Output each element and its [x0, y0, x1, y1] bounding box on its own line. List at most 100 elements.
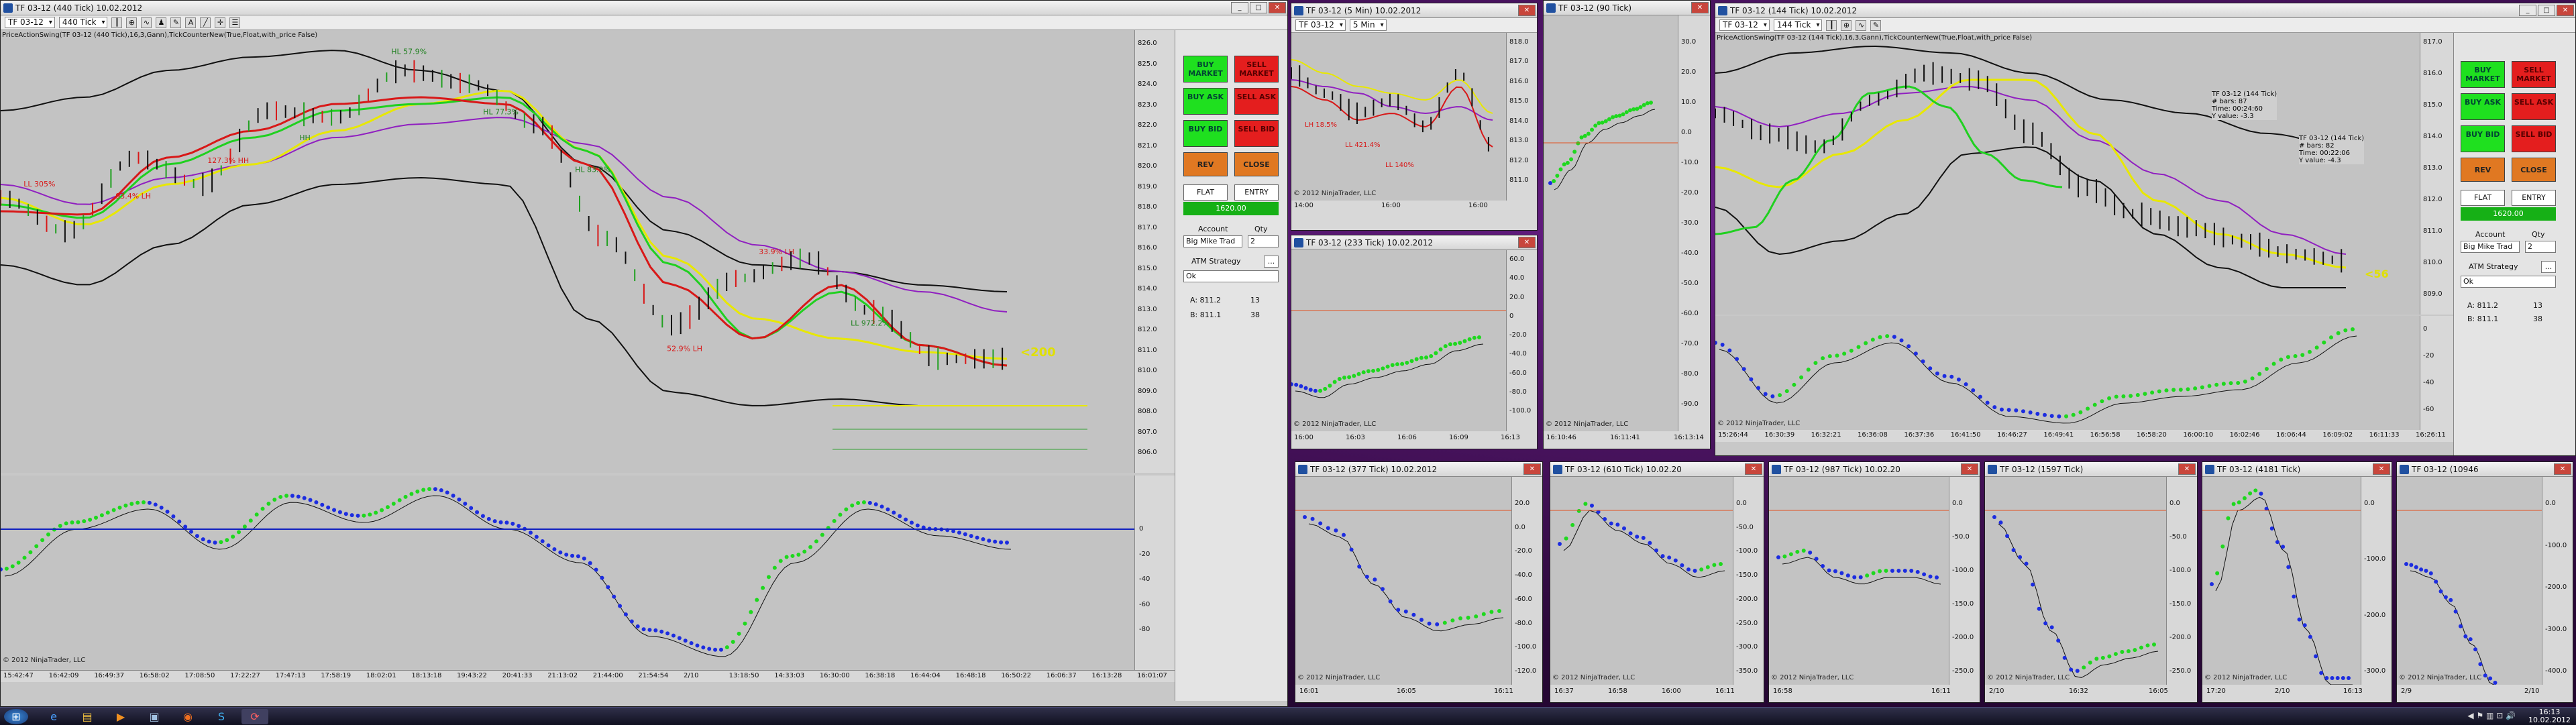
- chart-window-440-tick[interactable]: TF 03-12 (440 Tick) 10.02.2012 _ □ ✕ TF 03…: [0, 0, 1288, 707]
- sell-ask-button[interactable]: SELL ASK: [2512, 93, 2556, 120]
- file-explorer-icon[interactable]: ▤: [74, 709, 101, 724]
- buy-market-button[interactable]: BUY MARKET: [1183, 56, 1228, 82]
- small-chart-window[interactable]: TF 03-12 (4181 Tick) ✕ © 2012 NinjaTrader…: [2202, 461, 2392, 703]
- zoom-icon[interactable]: ⊕: [1841, 19, 1852, 31]
- properties-icon[interactable]: ☰: [229, 17, 241, 28]
- skype-icon[interactable]: S: [208, 709, 235, 724]
- rev-button[interactable]: REV: [1183, 152, 1228, 176]
- instrument-selector[interactable]: TF 03-12: [1719, 19, 1770, 31]
- close-position-button[interactable]: CLOSE: [2512, 158, 2556, 182]
- instrument-selector[interactable]: TF 03-12: [1295, 19, 1346, 31]
- window-titlebar[interactable]: TF 03-12 (5 Min) 10.02.2012 ✕: [1291, 3, 1537, 18]
- close-button[interactable]: ✕: [1269, 2, 1286, 13]
- start-button[interactable]: ⊞: [4, 709, 28, 724]
- window-titlebar[interactable]: TF 03-12 (1597 Tick) ✕: [1985, 462, 2197, 477]
- atm-strategy-selector[interactable]: Ok: [2461, 276, 2556, 288]
- window-titlebar[interactable]: TF 03-12 (610 Tick) 10.02.20 ✕: [1550, 462, 1764, 477]
- close-button[interactable]: ✕: [2178, 463, 2196, 475]
- buy-bid-button[interactable]: BUY BID: [2461, 125, 2505, 152]
- drawing-tool-icon[interactable]: ✎: [170, 17, 182, 28]
- buy-bid-button[interactable]: BUY BID: [1183, 120, 1228, 147]
- buy-market-button[interactable]: BUY MARKET: [2461, 61, 2505, 88]
- window-titlebar[interactable]: TF 03-12 (4181 Tick) ✕: [2202, 462, 2392, 477]
- oscillator-panel[interactable]: © 2012 NinjaTrader, LLC: [1, 476, 1134, 670]
- small-chart-window[interactable]: TF 03-12 (610 Tick) 10.02.20 ✕ © 2012 Nin…: [1550, 461, 1764, 703]
- maximize-button[interactable]: □: [2538, 5, 2555, 16]
- crosshair-icon[interactable]: ✛: [215, 17, 226, 28]
- line-tool-icon[interactable]: ╱: [200, 17, 211, 28]
- price-chart-panel[interactable]: PriceActionSwing(TF 03-12 (144 Tick),16,…: [1715, 33, 2420, 315]
- chart-window-90-tick[interactable]: TF 03-12 (90 Tick) ✕ © 2012 NinjaTrader,…: [1543, 0, 1711, 449]
- price-chart-panel[interactable]: LH 18.5% LL 421.4% LL 140% © 2012 NinjaTra…: [1291, 33, 1506, 201]
- sell-ask-button[interactable]: SELL ASK: [1234, 88, 1279, 115]
- chart-window-144-tick[interactable]: TF 03-12 (144 Tick) 10.02.2012 _ □ ✕ TF 03…: [1715, 3, 2576, 456]
- period-selector[interactable]: 5 Min: [1349, 19, 1387, 31]
- maximize-button[interactable]: □: [1250, 2, 1267, 13]
- atm-options-button[interactable]: ...: [1264, 256, 1279, 268]
- media-player-icon[interactable]: ▶: [107, 709, 134, 724]
- window-titlebar[interactable]: TF 03-12 (10946 ✕: [2397, 462, 2573, 477]
- drawing-tool-icon[interactable]: ✎: [1870, 19, 1882, 31]
- oscillator-panel[interactable]: © 2012 NinjaTrader, LLC: [2202, 477, 2361, 685]
- small-chart-window[interactable]: TF 03-12 (987 Tick) 10.02.20 ✕ © 2012 Nin…: [1768, 461, 1980, 703]
- close-button[interactable]: ✕: [1961, 463, 1978, 475]
- bar-type-icon[interactable]: ┃: [111, 17, 123, 28]
- oscillator-panel[interactable]: © 2012 NinjaTrader, LLC: [1769, 477, 1949, 685]
- sell-bid-button[interactable]: SELL BID: [2512, 125, 2556, 152]
- rev-button[interactable]: REV: [2461, 158, 2505, 182]
- window-titlebar[interactable]: TF 03-12 (440 Tick) 10.02.2012 _ □ ✕: [1, 1, 1287, 15]
- close-button[interactable]: ✕: [1518, 237, 1536, 248]
- window-titlebar[interactable]: TF 03-12 (144 Tick) 10.02.2012 _ □ ✕: [1715, 3, 2575, 18]
- oscillator-panel[interactable]: © 2012 NinjaTrader, LLC: [1550, 477, 1733, 685]
- oscillator-panel[interactable]: © 2012 NinjaTrader, LLC: [1295, 477, 1511, 685]
- close-button[interactable]: ✕: [2373, 463, 2390, 475]
- internet-explorer-icon[interactable]: e: [40, 709, 67, 724]
- chart-window-5-min[interactable]: TF 03-12 (5 Min) 10.02.2012 ✕ TF 03-12 5…: [1291, 3, 1538, 231]
- buy-ask-button[interactable]: BUY ASK: [2461, 93, 2505, 120]
- bar-type-icon[interactable]: ┃: [1826, 19, 1837, 31]
- strategy-icon[interactable]: ♟: [156, 17, 167, 28]
- oscillator-panel[interactable]: © 2012 NinjaTrader, LLC: [1985, 477, 2166, 685]
- clock[interactable]: 16:13 10.02.2012: [2528, 708, 2571, 724]
- close-button[interactable]: ✕: [2557, 5, 2574, 16]
- window-manager-icon[interactable]: ▣: [141, 709, 168, 724]
- close-button[interactable]: ✕: [1518, 5, 1536, 16]
- atm-options-button[interactable]: ...: [2541, 261, 2556, 273]
- sell-bid-button[interactable]: SELL BID: [1234, 120, 1279, 147]
- period-selector[interactable]: 440 Tick: [58, 17, 108, 28]
- zoom-icon[interactable]: ⊕: [126, 17, 138, 28]
- small-chart-window[interactable]: TF 03-12 (377 Tick) 10.02.2012 ✕ © 2012 N…: [1295, 461, 1543, 703]
- chart-window-233-tick[interactable]: TF 03-12 (233 Tick) 10.02.2012 ✕ © 2012 …: [1291, 235, 1538, 449]
- window-titlebar[interactable]: TF 03-12 (377 Tick) 10.02.2012 ✕: [1295, 462, 1542, 477]
- oscillator-panel[interactable]: © 2012 NinjaTrader, LLC: [1291, 250, 1506, 431]
- atm-strategy-selector[interactable]: Ok: [1183, 270, 1279, 282]
- sell-market-button[interactable]: SELL MARKET: [2512, 61, 2556, 88]
- qty-input[interactable]: 2: [2525, 241, 2556, 253]
- small-chart-window[interactable]: TF 03-12 (1597 Tick) ✕ © 2012 NinjaTrader…: [1984, 461, 2198, 703]
- buy-ask-button[interactable]: BUY ASK: [1183, 88, 1228, 115]
- oscillator-panel[interactable]: © 2012 NinjaTrader, LLC: [2397, 477, 2542, 685]
- close-button[interactable]: ✕: [1691, 2, 1709, 13]
- small-chart-window[interactable]: TF 03-12 (10946 ✕ © 2012 NinjaTrader, LLC…: [2396, 461, 2573, 703]
- firefox-icon[interactable]: ◉: [174, 709, 201, 724]
- account-selector[interactable]: Big Mike Trad: [2461, 241, 2520, 253]
- window-titlebar[interactable]: TF 03-12 (90 Tick) ✕: [1544, 1, 1710, 15]
- text-tool-icon[interactable]: A: [185, 17, 197, 28]
- instrument-selector[interactable]: TF 03-12: [5, 17, 55, 28]
- price-chart-panel[interactable]: PriceActionSwing(TF 03-12 (440 Tick),16,…: [1, 30, 1134, 473]
- close-position-button[interactable]: CLOSE: [1234, 152, 1279, 176]
- indicator-icon[interactable]: ∿: [141, 17, 152, 28]
- oscillator-panel[interactable]: © 2012 NinjaTrader, LLC: [1715, 316, 2420, 430]
- close-button[interactable]: ✕: [2554, 463, 2571, 475]
- oscillator-panel[interactable]: © 2012 NinjaTrader, LLC: [1544, 15, 1678, 431]
- indicator-icon[interactable]: ∿: [1856, 19, 1867, 31]
- close-button[interactable]: ✕: [1523, 463, 1541, 475]
- sell-market-button[interactable]: SELL MARKET: [1234, 56, 1279, 82]
- period-selector[interactable]: 144 Tick: [1773, 19, 1823, 31]
- window-titlebar[interactable]: TF 03-12 (233 Tick) 10.02.2012 ✕: [1291, 235, 1537, 250]
- close-button[interactable]: ✕: [1745, 463, 1762, 475]
- minimize-button[interactable]: _: [1231, 2, 1248, 13]
- qty-input[interactable]: 2: [1248, 235, 1279, 247]
- ninjatrader-taskbar-icon[interactable]: ⟳: [241, 709, 268, 724]
- window-titlebar[interactable]: TF 03-12 (987 Tick) 10.02.20 ✕: [1769, 462, 1980, 477]
